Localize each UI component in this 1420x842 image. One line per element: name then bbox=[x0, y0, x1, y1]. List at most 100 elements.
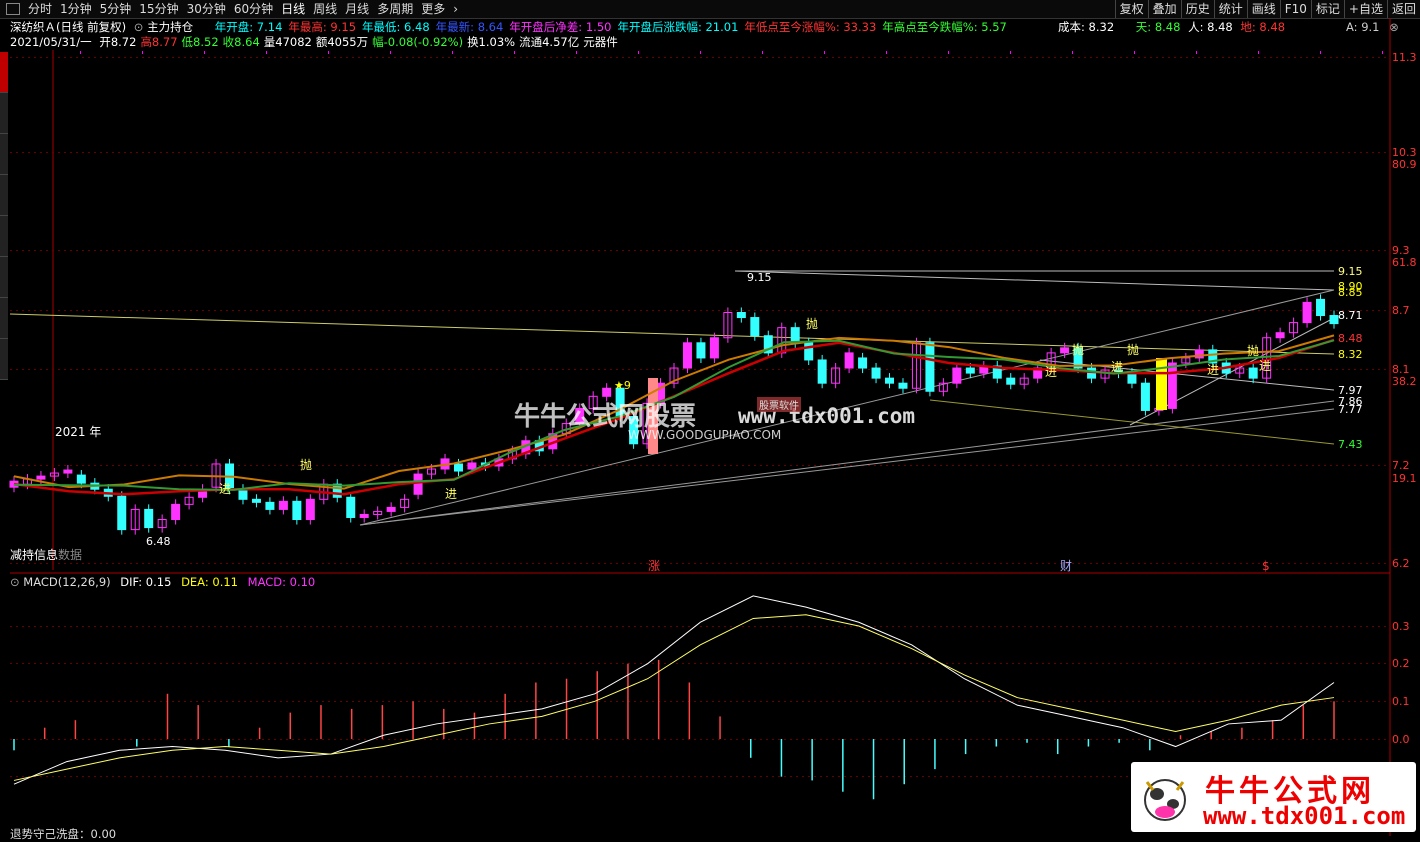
candle-body bbox=[453, 463, 463, 472]
candle-body bbox=[1006, 377, 1016, 385]
cai-marker: 财 bbox=[1060, 559, 1072, 573]
candle-body bbox=[925, 342, 935, 392]
candle-body bbox=[278, 500, 288, 510]
candle-body bbox=[1060, 347, 1070, 354]
signal-buy-6: 进 bbox=[1111, 360, 1123, 374]
candle-body bbox=[1302, 301, 1312, 324]
data-label: 数据 bbox=[58, 547, 82, 562]
macd-dea-line bbox=[13, 614, 1335, 781]
macd-title-line: ⊙ MACD(12,26,9) DIF: 0.15 DEA: 0.11 MACD… bbox=[10, 574, 315, 590]
candle-body bbox=[817, 359, 827, 384]
trend-line-6 bbox=[929, 399, 1335, 445]
candle-body bbox=[292, 500, 302, 521]
axis-label-8: 7.2 bbox=[1392, 459, 1410, 472]
line-value-label-5: 8.32 bbox=[1338, 348, 1363, 361]
line-value-label-8: 7.77 bbox=[1338, 403, 1363, 416]
cow-icon bbox=[1139, 768, 1191, 826]
candle-body bbox=[63, 469, 73, 474]
signal-sell-7: 抛 bbox=[1127, 342, 1139, 357]
candle-body bbox=[386, 506, 396, 512]
signal-buy-4: 进 bbox=[1045, 365, 1057, 379]
candle-body bbox=[736, 312, 746, 319]
candle-body bbox=[1329, 315, 1339, 325]
candle-body bbox=[709, 337, 719, 359]
line-value-label-0: 9.15 bbox=[1338, 265, 1363, 278]
axis-label-10: 6.2 bbox=[1392, 557, 1410, 570]
axis-label-4: 61.8 bbox=[1392, 256, 1417, 269]
axis-label-7: 38.2 bbox=[1392, 375, 1417, 388]
signal-buy-10: 进 bbox=[1259, 359, 1271, 373]
signal-sell-3: 抛 bbox=[806, 316, 818, 331]
logo-url: www.tdx001.com bbox=[1203, 802, 1406, 830]
axis-label-5: 8.7 bbox=[1392, 304, 1410, 317]
candle-body bbox=[76, 474, 86, 484]
bottom-indicator: 退势守己洗盘：0.00 bbox=[10, 827, 117, 841]
candle-body bbox=[682, 342, 692, 369]
logo-badge: 牛牛公式网 www.tdx001.com bbox=[1131, 762, 1416, 832]
candle-body bbox=[346, 496, 356, 518]
watermark-tag: 股票软件 bbox=[757, 397, 801, 412]
candle-body bbox=[804, 342, 814, 361]
macd-dif: DIF: 0.15 bbox=[120, 575, 172, 589]
highlight-candle bbox=[1156, 358, 1167, 410]
candle-body bbox=[467, 462, 477, 470]
candle-body bbox=[844, 352, 854, 369]
line-value-label-4: 8.48 bbox=[1338, 332, 1363, 345]
dollar-marker: $ bbox=[1262, 559, 1270, 573]
macd-toggle-icon[interactable]: ⊙ bbox=[10, 575, 20, 589]
axis-label-2: 80.9 bbox=[1392, 158, 1417, 171]
candle-body bbox=[898, 382, 908, 389]
candle-body bbox=[413, 473, 423, 495]
candle-body bbox=[1127, 372, 1137, 384]
candle-body bbox=[696, 342, 706, 359]
macd-dea: DEA: 0.11 bbox=[181, 575, 238, 589]
signal-sell-0: 抛 bbox=[300, 457, 312, 472]
macd-dif-line bbox=[13, 595, 1335, 785]
signal-buy-8: 进 bbox=[1207, 363, 1219, 377]
candle-body bbox=[251, 498, 261, 503]
macd-title[interactable]: MACD(12,26,9) bbox=[23, 575, 110, 589]
watermark-sub: WWW.GOODGUPIAO.COM bbox=[628, 428, 782, 442]
candle-body bbox=[885, 377, 895, 384]
low-price-label: 6.48 bbox=[146, 535, 171, 548]
candle-body bbox=[965, 367, 975, 374]
star-marker: ★9 bbox=[614, 379, 631, 392]
high-price-label: 9.15 bbox=[747, 271, 772, 284]
line-value-label-2: 8.85 bbox=[1338, 286, 1363, 299]
zhang-marker: 涨 bbox=[648, 558, 660, 573]
candle-body bbox=[36, 475, 46, 480]
candle-body bbox=[171, 503, 181, 521]
axis-label-0: 11.3 bbox=[1392, 51, 1417, 64]
candle-body bbox=[144, 508, 154, 529]
signal-sell-9: 抛 bbox=[1247, 343, 1259, 358]
candle-body bbox=[952, 367, 962, 384]
signal-buy-1: 进 bbox=[219, 482, 231, 496]
year-label: 2021 年 bbox=[55, 425, 101, 439]
trend-line-2 bbox=[734, 270, 1335, 291]
axis-label-12: 0.2 bbox=[1392, 657, 1410, 670]
candle-body bbox=[871, 367, 881, 379]
signal-buy-2: 进 bbox=[445, 487, 457, 501]
hold-info-label: 减持信息 bbox=[10, 547, 58, 562]
candle-body bbox=[1248, 367, 1258, 379]
candle-body bbox=[305, 498, 315, 521]
candle-body bbox=[359, 513, 369, 518]
candle-body bbox=[750, 317, 760, 337]
candle-body bbox=[117, 495, 127, 531]
line-value-label-3: 8.71 bbox=[1338, 309, 1363, 322]
candle-body bbox=[1275, 332, 1285, 339]
candle-body bbox=[1140, 382, 1150, 411]
candle-body bbox=[238, 488, 248, 500]
axis-label-11: 0.3 bbox=[1392, 620, 1410, 633]
candle-body bbox=[790, 327, 800, 344]
axis-label-14: 0.0 bbox=[1392, 733, 1410, 746]
candle-body bbox=[1167, 362, 1177, 409]
candle-body bbox=[858, 357, 868, 369]
kline-chart[interactable]: 11.310.380.99.361.88.78.138.27.219.16.20… bbox=[0, 0, 1420, 836]
candle-body bbox=[1316, 298, 1326, 317]
axis-label-9: 19.1 bbox=[1392, 472, 1417, 485]
axis-label-13: 0.1 bbox=[1392, 695, 1410, 708]
line-value-label-9: 7.43 bbox=[1338, 438, 1363, 451]
macd-value: MACD: 0.10 bbox=[247, 575, 316, 589]
candle-body bbox=[265, 501, 275, 510]
